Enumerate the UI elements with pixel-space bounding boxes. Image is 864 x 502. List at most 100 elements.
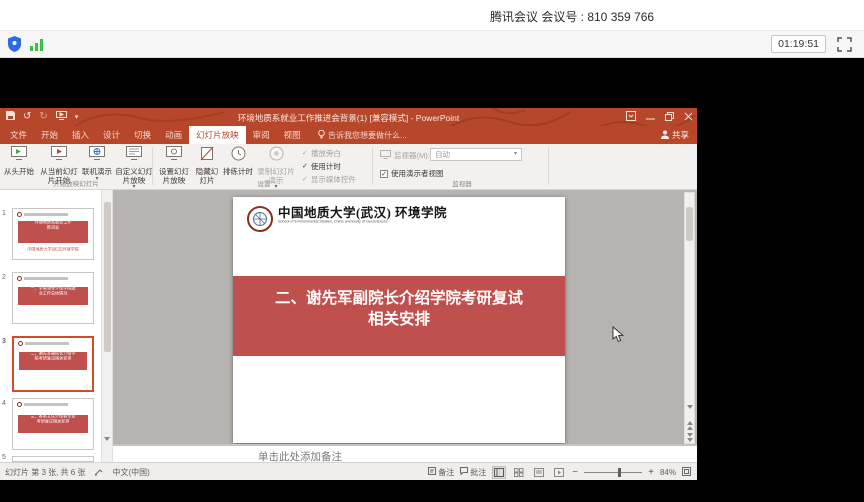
lightbulb-icon xyxy=(318,130,325,141)
hide-slide-button[interactable]: 隐藏幻灯片 xyxy=(194,146,220,180)
mini-logo xyxy=(17,276,68,281)
slide-number: 5 xyxy=(2,454,6,461)
monitor-label: 监视器(M): xyxy=(394,150,430,161)
tab-insert[interactable]: 插入 xyxy=(65,126,96,144)
slide-number: 4 xyxy=(2,400,6,407)
thumbnail-scrollbar[interactable] xyxy=(101,190,112,462)
ppt-window-title: 环境地质系就业工作推进会背景(1) [兼容模式] - PowerPoint xyxy=(0,112,697,124)
zoom-in-button[interactable]: + xyxy=(648,467,654,478)
thumb-title-box: 三、各系主任介绍各专业考研复试相关安排 xyxy=(18,415,88,433)
close-button[interactable] xyxy=(684,108,693,126)
tab-transitions[interactable]: 切换 xyxy=(127,126,158,144)
slide-title-banner[interactable]: 二、谢先军副院长介绍学院考研复试 相关安排 xyxy=(233,276,565,356)
tab-design[interactable]: 设计 xyxy=(96,126,127,144)
slide-thumbnail-3-selected[interactable]: 二、谢先军副院长介绍学院考研复试相关安排 xyxy=(12,336,94,392)
checkbox-checked-icon: ✓ xyxy=(380,170,388,178)
mini-logo xyxy=(18,341,69,346)
scrollbar-thumb[interactable] xyxy=(686,207,693,241)
use-timings-checkbox[interactable]: ✓ 使用计时 xyxy=(302,161,341,172)
ribbon-options-button[interactable] xyxy=(626,108,636,126)
next-slide-button[interactable] xyxy=(686,433,693,442)
zoom-slider-thumb[interactable] xyxy=(618,468,621,477)
university-name-en: School of Environmental Studies, China U… xyxy=(278,220,388,224)
chevron-down-icon: ▾ xyxy=(514,149,517,160)
zoom-level[interactable]: 84% xyxy=(660,468,676,477)
editor-scrollbar[interactable] xyxy=(684,192,695,444)
university-emblem-icon xyxy=(247,206,273,237)
tab-file[interactable]: 文件 xyxy=(3,126,34,144)
tab-animations[interactable]: 动画 xyxy=(158,126,189,144)
from-beginning-button[interactable]: 从头开始 xyxy=(0,146,38,180)
mini-logo xyxy=(17,402,68,407)
present-online-button[interactable]: 联机演示 ▾ xyxy=(82,146,112,180)
normal-view-button[interactable] xyxy=(492,466,506,479)
tell-me-box[interactable]: 告诉我您想要做什么... xyxy=(318,126,407,144)
meeting-title-bar: 腾讯会议 会议号 : 810 359 766 xyxy=(0,0,864,30)
monitor-row: 监视器(M): xyxy=(380,150,430,161)
slide-thumbnail-4[interactable]: 三、各系主任介绍各专业考研复试相关安排 xyxy=(12,398,94,450)
record-slideshow-button[interactable]: 录制幻灯片演示 ▾ xyxy=(254,146,298,180)
tab-home[interactable]: 开始 xyxy=(34,126,65,144)
group-divider xyxy=(548,147,549,185)
play-narrations-checkbox[interactable]: ✓ 播放旁白 xyxy=(302,148,341,159)
monitor-select[interactable]: 自动 ▾ xyxy=(430,148,522,161)
comment-icon xyxy=(460,467,468,477)
group-label-setup: 设置 xyxy=(156,178,372,188)
play-from-beginning-icon xyxy=(10,146,28,166)
scrollbar-thumb[interactable] xyxy=(104,202,111,352)
spellcheck-icon[interactable] xyxy=(94,467,103,478)
share-button[interactable]: 共享 xyxy=(661,126,689,144)
group-divider xyxy=(152,147,153,185)
ppt-titlebar: ↺ ↻ ▾ 环境地质系就业工作推进会背景(1) [兼容模式] - PowerPo… xyxy=(0,108,697,126)
meeting-duration: 01:19:51 xyxy=(771,35,826,53)
tab-slideshow[interactable]: 幻灯片放映 xyxy=(189,126,246,144)
rehearse-timings-button[interactable]: 排练计时 xyxy=(222,146,254,180)
share-label: 共享 xyxy=(672,129,689,141)
setup-slideshow-button[interactable]: 设置幻灯片放映 xyxy=(156,146,192,180)
restore-button[interactable] xyxy=(665,108,674,126)
minimize-button[interactable] xyxy=(646,108,655,126)
participants-sidebar: 曾斌的屏幕共享 主持人 兼职辅导员丁永辉 江南 jn江南 xyxy=(702,58,862,502)
scroll-down-icon[interactable] xyxy=(104,441,110,459)
present-online-icon xyxy=(88,146,106,166)
slide-editor-area[interactable]: 中国地质大学(武汉) 环境学院 School of Environmental … xyxy=(113,190,697,444)
hide-slide-icon xyxy=(199,146,215,166)
university-logo: 中国地质大学(武汉) 环境学院 School of Environmental … xyxy=(247,206,455,237)
powerpoint-window: ↺ ↻ ▾ 环境地质系就业工作推进会背景(1) [兼容模式] - PowerPo… xyxy=(0,108,697,480)
slideshow-view-button[interactable] xyxy=(552,466,566,479)
slide-number: 1 xyxy=(2,210,6,217)
slide-number: 3 xyxy=(2,338,6,345)
language-status[interactable]: 中文(中国) xyxy=(112,467,149,478)
ppt-ribbon-tabs: 文件 开始 插入 设计 切换 动画 幻灯片放映 审阅 视图 告诉我您想要做什么.… xyxy=(0,126,697,144)
notes-toggle-button[interactable]: 备注 xyxy=(428,467,454,478)
security-shield-icon[interactable] xyxy=(8,36,21,57)
fit-slide-to-window-button[interactable] xyxy=(682,467,691,478)
custom-slideshow-button[interactable]: 自定义幻灯片放映 ▾ xyxy=(114,146,154,180)
zoom-slider[interactable] xyxy=(584,472,642,473)
use-timings-label: 使用计时 xyxy=(311,161,341,172)
current-slide-canvas[interactable]: 中国地质大学(武汉) 环境学院 School of Environmental … xyxy=(233,197,565,443)
play-from-current-icon xyxy=(50,146,68,166)
slide-thumbnail-1[interactable]: 环境地质系就业工作推进会 中国地质大学(武汉)环境学院 xyxy=(12,208,94,260)
tell-me-label: 告诉我您想要做什么... xyxy=(328,130,407,141)
slide-thumbnail-2[interactable]: 一、学院领导介绍学院就业工作总体情况 xyxy=(12,272,94,324)
tab-review[interactable]: 审阅 xyxy=(246,126,277,144)
slide-title-line2: 相关安排 xyxy=(233,309,565,330)
play-narrations-label: 播放旁白 xyxy=(311,148,341,159)
notes-pane[interactable]: 单击此处添加备注 xyxy=(113,444,697,462)
slide-sorter-view-button[interactable] xyxy=(512,466,526,479)
fullscreen-button[interactable] xyxy=(837,37,852,52)
meeting-id-text: 腾讯会议 会议号 : 810 359 766 xyxy=(490,8,654,25)
tab-view[interactable]: 视图 xyxy=(277,126,308,144)
slide-number: 2 xyxy=(2,274,6,281)
thumb-title-box: 一、学院领导介绍学院就业工作总体情况 xyxy=(18,287,88,305)
previous-slide-button[interactable] xyxy=(686,421,693,430)
from-current-slide-button[interactable]: 从当前幻灯片开始 xyxy=(38,146,80,180)
group-label-start: 开始放映幻灯片 xyxy=(0,178,152,188)
comments-toggle-button[interactable]: 批注 xyxy=(460,467,486,478)
zoom-out-button[interactable]: − xyxy=(572,467,578,478)
reading-view-button[interactable] xyxy=(532,466,546,479)
network-signal-icon[interactable] xyxy=(30,38,44,56)
record-icon xyxy=(269,146,284,166)
thumb-title-box: 二、谢先军副院长介绍学院考研复试相关安排 xyxy=(19,352,87,370)
